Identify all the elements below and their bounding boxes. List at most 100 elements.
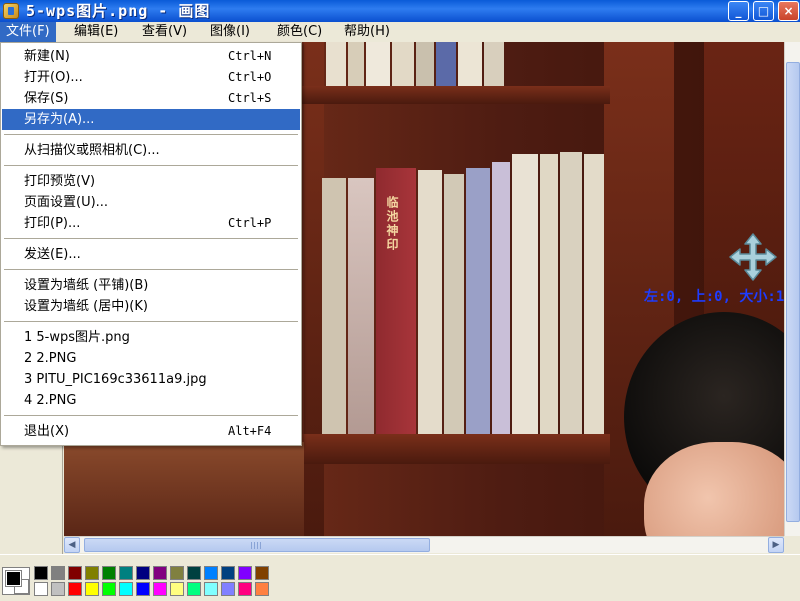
palette-swatch[interactable]: [221, 582, 235, 596]
menu-item-label: 新建(N): [24, 49, 70, 64]
palette-swatch[interactable]: [34, 582, 48, 596]
file-menu-dropdown: 新建(N) Ctrl+N 打开(O)... Ctrl+O 保存(S) Ctrl+S 另存为(…: [0, 42, 302, 446]
position-readout: 左:0, 上:0, 大小:14: [644, 289, 793, 305]
menu-image[interactable]: 图像(I): [204, 22, 256, 42]
file-menu-item[interactable]: 1 5-wps图片.png: [2, 327, 300, 348]
palette-swatch[interactable]: [119, 582, 133, 596]
book: [458, 42, 482, 86]
palette-swatch[interactable]: [51, 566, 65, 580]
file-menu-item[interactable]: 设置为墙纸 (平铺)(B): [2, 275, 300, 296]
file-menu-item[interactable]: 保存(S) Ctrl+S: [2, 88, 300, 109]
file-menu-item[interactable]: 页面设置(U)...: [2, 192, 300, 213]
menu-item-label: 设置为墙纸 (居中)(K): [24, 299, 148, 314]
file-menu-item[interactable]: 4 2.PNG: [2, 390, 300, 411]
maximize-button[interactable]: □: [753, 1, 774, 21]
paint-app-icon[interactable]: [3, 3, 19, 19]
book: [322, 178, 346, 434]
book-spine-title: 临池神印: [385, 196, 399, 252]
file-menu-item[interactable]: 打开(O)... Ctrl+O: [2, 67, 300, 88]
color-palette-bar: [0, 554, 800, 601]
vertical-scrollbar[interactable]: [784, 42, 800, 536]
file-menu-item[interactable]: 3 PITU_PIC169c33611a9.jpg: [2, 369, 300, 390]
menu-item-shortcut: Ctrl+S: [228, 91, 272, 105]
palette-swatch[interactable]: [153, 566, 167, 580]
palette-swatch[interactable]: [204, 582, 218, 596]
file-menu-item[interactable]: 新建(N) Ctrl+N: [2, 46, 300, 67]
foreground-color-swatch[interactable]: [6, 571, 21, 586]
palette-swatch[interactable]: [238, 582, 252, 596]
book-red: 临池神印: [376, 168, 416, 434]
file-menu-item[interactable]: 发送(E)...: [2, 244, 300, 265]
palette-swatch[interactable]: [255, 582, 269, 596]
menu-item-shortcut: Ctrl+N: [228, 49, 272, 63]
palette-swatch[interactable]: [204, 566, 218, 580]
file-menu-item[interactable]: 另存为(A)...: [2, 109, 300, 130]
menu-help[interactable]: 帮助(H): [338, 22, 396, 42]
menu-item-shortcut: Ctrl+O: [228, 70, 272, 84]
current-colors-box[interactable]: [2, 567, 30, 595]
menu-item-label: 4 2.PNG: [24, 393, 77, 408]
palette-swatch[interactable]: [221, 566, 235, 580]
menu-item-label: 发送(E)...: [24, 247, 81, 262]
scroll-right-arrow-icon[interactable]: ▶: [768, 537, 784, 553]
file-menu-item[interactable]: 打印预览(V): [2, 171, 300, 192]
menu-colors[interactable]: 颜色(C): [271, 22, 328, 42]
menu-view[interactable]: 查看(V): [136, 22, 193, 42]
palette-swatch[interactable]: [170, 582, 184, 596]
file-menu-item[interactable]: 设置为墙纸 (居中)(K): [2, 296, 300, 317]
palette-swatch[interactable]: [153, 582, 167, 596]
palette-swatch[interactable]: [102, 582, 116, 596]
menu-item-label: 打开(O)...: [24, 70, 83, 85]
menu-item-label: 另存为(A)...: [24, 112, 95, 127]
menu-item-label: 页面设置(U)...: [24, 195, 109, 210]
menu-edit[interactable]: 编辑(E): [68, 22, 124, 42]
lower-cabinet: [64, 442, 304, 536]
horizontal-scrollbar[interactable]: ◀ ▶: [64, 536, 784, 553]
title-bar: 5-wps图片.png - 画图 _ □ ×: [0, 0, 800, 22]
file-menu-item[interactable]: 2 2.PNG: [2, 348, 300, 369]
palette-swatch[interactable]: [187, 566, 201, 580]
book: [436, 42, 456, 86]
palette-swatch[interactable]: [85, 582, 99, 596]
file-menu-item[interactable]: 从扫描仪或照相机(C)...: [2, 140, 300, 161]
vertical-scroll-thumb[interactable]: [786, 62, 800, 522]
menu-file[interactable]: 文件(F): [0, 22, 56, 42]
menu-separator: [4, 134, 298, 135]
menu-item-label: 3 PITU_PIC169c33611a9.jpg: [24, 372, 207, 387]
book: [348, 178, 374, 434]
palette-swatch[interactable]: [34, 566, 48, 580]
palette-swatch[interactable]: [119, 566, 133, 580]
menu-item-label: 退出(X): [24, 424, 70, 439]
menu-separator: [4, 321, 298, 322]
close-button[interactable]: ×: [778, 1, 799, 21]
menu-item-label: 2 2.PNG: [24, 351, 77, 366]
book: [466, 168, 490, 434]
move-cursor-icon: [729, 233, 777, 281]
palette-swatch[interactable]: [68, 582, 82, 596]
palette-swatch[interactable]: [136, 582, 150, 596]
menu-separator: [4, 238, 298, 239]
palette-swatch[interactable]: [187, 582, 201, 596]
scroll-left-arrow-icon[interactable]: ◀: [64, 537, 80, 553]
menu-item-label: 打印(P)...: [24, 216, 81, 231]
palette-swatch[interactable]: [136, 566, 150, 580]
file-menu-item[interactable]: 退出(X) Alt+F4: [2, 421, 300, 442]
shelf-board: [300, 86, 610, 104]
palette-swatch[interactable]: [102, 566, 116, 580]
book: [484, 42, 504, 86]
menu-item-label: 打印预览(V): [24, 174, 96, 189]
minimize-button[interactable]: _: [728, 1, 749, 21]
palette-swatch[interactable]: [85, 566, 99, 580]
palette-swatch[interactable]: [238, 566, 252, 580]
menu-item-label: 保存(S): [24, 91, 69, 106]
file-menu-item[interactable]: 打印(P)... Ctrl+P: [2, 213, 300, 234]
palette-swatch[interactable]: [170, 566, 184, 580]
horizontal-scroll-thumb[interactable]: [84, 538, 430, 552]
palette-swatch[interactable]: [51, 582, 65, 596]
palette-swatch[interactable]: [255, 566, 269, 580]
book: [512, 154, 538, 434]
book: [540, 154, 558, 434]
palette-swatch[interactable]: [68, 566, 82, 580]
menu-item-label: 1 5-wps图片.png: [24, 330, 130, 345]
menu-item-label: 从扫描仪或照相机(C)...: [24, 143, 160, 158]
